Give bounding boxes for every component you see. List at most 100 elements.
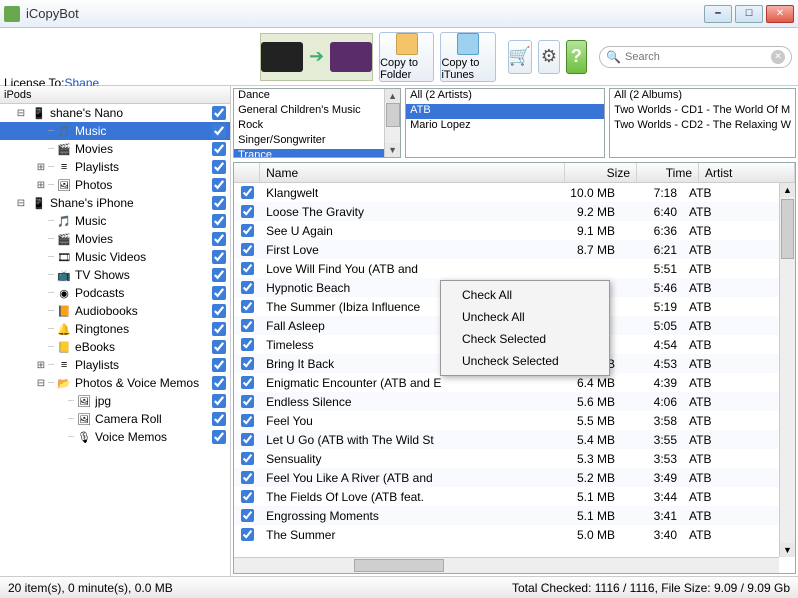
node-checkbox[interactable] (212, 124, 226, 138)
filter-item[interactable]: General Children's Music (234, 104, 400, 119)
row-checkbox[interactable] (241, 452, 254, 465)
vertical-scrollbar[interactable]: ▲▼ (779, 183, 795, 557)
filter-item[interactable]: All (2 Albums) (610, 89, 795, 104)
filter-item[interactable]: Two Worlds - CD1 - The World Of M (610, 104, 795, 119)
context-menu-item[interactable]: Uncheck All (444, 306, 606, 328)
row-checkbox[interactable] (241, 509, 254, 522)
row-checkbox[interactable] (241, 433, 254, 446)
node-checkbox[interactable] (212, 412, 226, 426)
node-checkbox[interactable] (212, 142, 226, 156)
tree-node[interactable]: ⊟┈📂Photos & Voice Memos (0, 374, 230, 392)
tree-node[interactable]: ┈🖼Camera Roll (0, 410, 230, 428)
col-time[interactable]: Time (637, 163, 699, 182)
row-checkbox[interactable] (241, 224, 254, 237)
tree-node[interactable]: ┈📺TV Shows (0, 266, 230, 284)
search-input[interactable] (625, 51, 767, 63)
copy-to-itunes-button[interactable]: Copy to iTunes (440, 32, 495, 82)
cart-button[interactable]: 🛒 (508, 40, 532, 74)
tree-node[interactable]: ┈📙Audiobooks (0, 302, 230, 320)
row-checkbox[interactable] (241, 300, 254, 313)
expand-icon[interactable]: ⊟ (14, 198, 28, 209)
tree-node[interactable]: ┈🎞Music Videos (0, 248, 230, 266)
node-checkbox[interactable] (212, 214, 226, 228)
row-checkbox[interactable] (241, 243, 254, 256)
node-checkbox[interactable] (212, 250, 226, 264)
filter-item[interactable]: Rock (234, 119, 400, 134)
table-header[interactable]: Name Size Time Artist (234, 163, 795, 183)
tree-node[interactable]: ⊞┈≡Playlists (0, 158, 230, 176)
tree-node[interactable]: ┈🎵Music (0, 212, 230, 230)
horizontal-scrollbar[interactable] (234, 557, 779, 573)
col-name[interactable]: Name (260, 163, 565, 182)
row-checkbox[interactable] (241, 395, 254, 408)
scrollbar[interactable]: ▲▼ (384, 89, 400, 157)
tree-node[interactable]: ⊟📱shane's Nano (0, 104, 230, 122)
row-checkbox[interactable] (241, 262, 254, 275)
maximize-button[interactable] (735, 5, 763, 23)
row-checkbox[interactable] (241, 376, 254, 389)
filter-item[interactable]: Singer/Songwriter (234, 134, 400, 149)
expand-icon[interactable]: ⊟ (14, 108, 28, 119)
tree-node[interactable]: ┈🎬Movies (0, 230, 230, 248)
tree-node[interactable]: ┈🎙Voice Memos (0, 428, 230, 446)
context-menu-item[interactable]: Uncheck Selected (444, 350, 606, 372)
row-checkbox[interactable] (241, 490, 254, 503)
tree-node[interactable]: ┈🔔Ringtones (0, 320, 230, 338)
table-row[interactable]: Engrossing Moments5.1 MB3:41ATB (234, 506, 779, 525)
node-checkbox[interactable] (212, 232, 226, 246)
filter-item[interactable]: Two Worlds - CD2 - The Relaxing W (610, 119, 795, 134)
node-checkbox[interactable] (212, 160, 226, 174)
node-checkbox[interactable] (212, 340, 226, 354)
tree-node[interactable]: ┈🖼jpg (0, 392, 230, 410)
row-checkbox[interactable] (241, 186, 254, 199)
row-checkbox[interactable] (241, 471, 254, 484)
filter-item[interactable]: Mario Lopez (406, 119, 604, 134)
node-checkbox[interactable] (212, 304, 226, 318)
expand-icon[interactable]: ⊞ (34, 180, 48, 191)
expand-icon[interactable]: ⊟ (34, 378, 48, 389)
row-checkbox[interactable] (241, 319, 254, 332)
col-check[interactable] (234, 163, 260, 182)
settings-button[interactable]: ⚙ (538, 40, 559, 74)
node-checkbox[interactable] (212, 430, 226, 444)
node-checkbox[interactable] (212, 322, 226, 336)
expand-icon[interactable]: ⊞ (34, 162, 48, 173)
node-checkbox[interactable] (212, 358, 226, 372)
table-row[interactable]: Love Will Find You (ATB and5:51ATB (234, 259, 779, 278)
table-row[interactable]: Feel You Like A River (ATB and5.2 MB3:49… (234, 468, 779, 487)
node-checkbox[interactable] (212, 106, 226, 120)
table-row[interactable]: Klangwelt10.0 MB7:18ATB (234, 183, 779, 202)
context-menu[interactable]: Check AllUncheck AllCheck SelectedUnchec… (440, 280, 610, 376)
row-checkbox[interactable] (241, 205, 254, 218)
tree-node[interactable]: ⊞┈≡Playlists (0, 356, 230, 374)
col-artist[interactable]: Artist (699, 163, 795, 182)
minimize-button[interactable] (704, 5, 732, 23)
table-row[interactable]: Feel You5.5 MB3:58ATB (234, 411, 779, 430)
tree-node[interactable]: ┈📒eBooks (0, 338, 230, 356)
search-box[interactable]: 🔍 ✕ (599, 46, 792, 68)
table-row[interactable]: See U Again9.1 MB6:36ATB (234, 221, 779, 240)
filter-item[interactable]: Trance (234, 149, 400, 158)
tree-node[interactable]: ⊟📱Shane's iPhone (0, 194, 230, 212)
node-checkbox[interactable] (212, 286, 226, 300)
row-checkbox[interactable] (241, 281, 254, 294)
row-checkbox[interactable] (241, 414, 254, 427)
row-checkbox[interactable] (241, 338, 254, 351)
album-list[interactable]: All (2 Albums)Two Worlds - CD1 - The Wor… (609, 88, 796, 158)
close-button[interactable] (766, 5, 794, 23)
row-checkbox[interactable] (241, 528, 254, 541)
tree-node[interactable]: ┈🎬Movies (0, 140, 230, 158)
context-menu-item[interactable]: Check All (444, 284, 606, 306)
table-row[interactable]: The Fields Of Love (ATB feat.5.1 MB3:44A… (234, 487, 779, 506)
clear-search-icon[interactable]: ✕ (771, 50, 785, 64)
node-checkbox[interactable] (212, 268, 226, 282)
genre-list[interactable]: DanceGeneral Children's MusicRockSinger/… (233, 88, 401, 158)
table-row[interactable]: First Love8.7 MB6:21ATB (234, 240, 779, 259)
table-row[interactable]: Sensuality5.3 MB3:53ATB (234, 449, 779, 468)
node-checkbox[interactable] (212, 178, 226, 192)
node-checkbox[interactable] (212, 376, 226, 390)
table-row[interactable]: Let U Go (ATB with The Wild St5.4 MB3:55… (234, 430, 779, 449)
filter-item[interactable]: ATB (406, 104, 604, 119)
table-row[interactable]: Endless Silence5.6 MB4:06ATB (234, 392, 779, 411)
expand-icon[interactable]: ⊞ (34, 360, 48, 371)
